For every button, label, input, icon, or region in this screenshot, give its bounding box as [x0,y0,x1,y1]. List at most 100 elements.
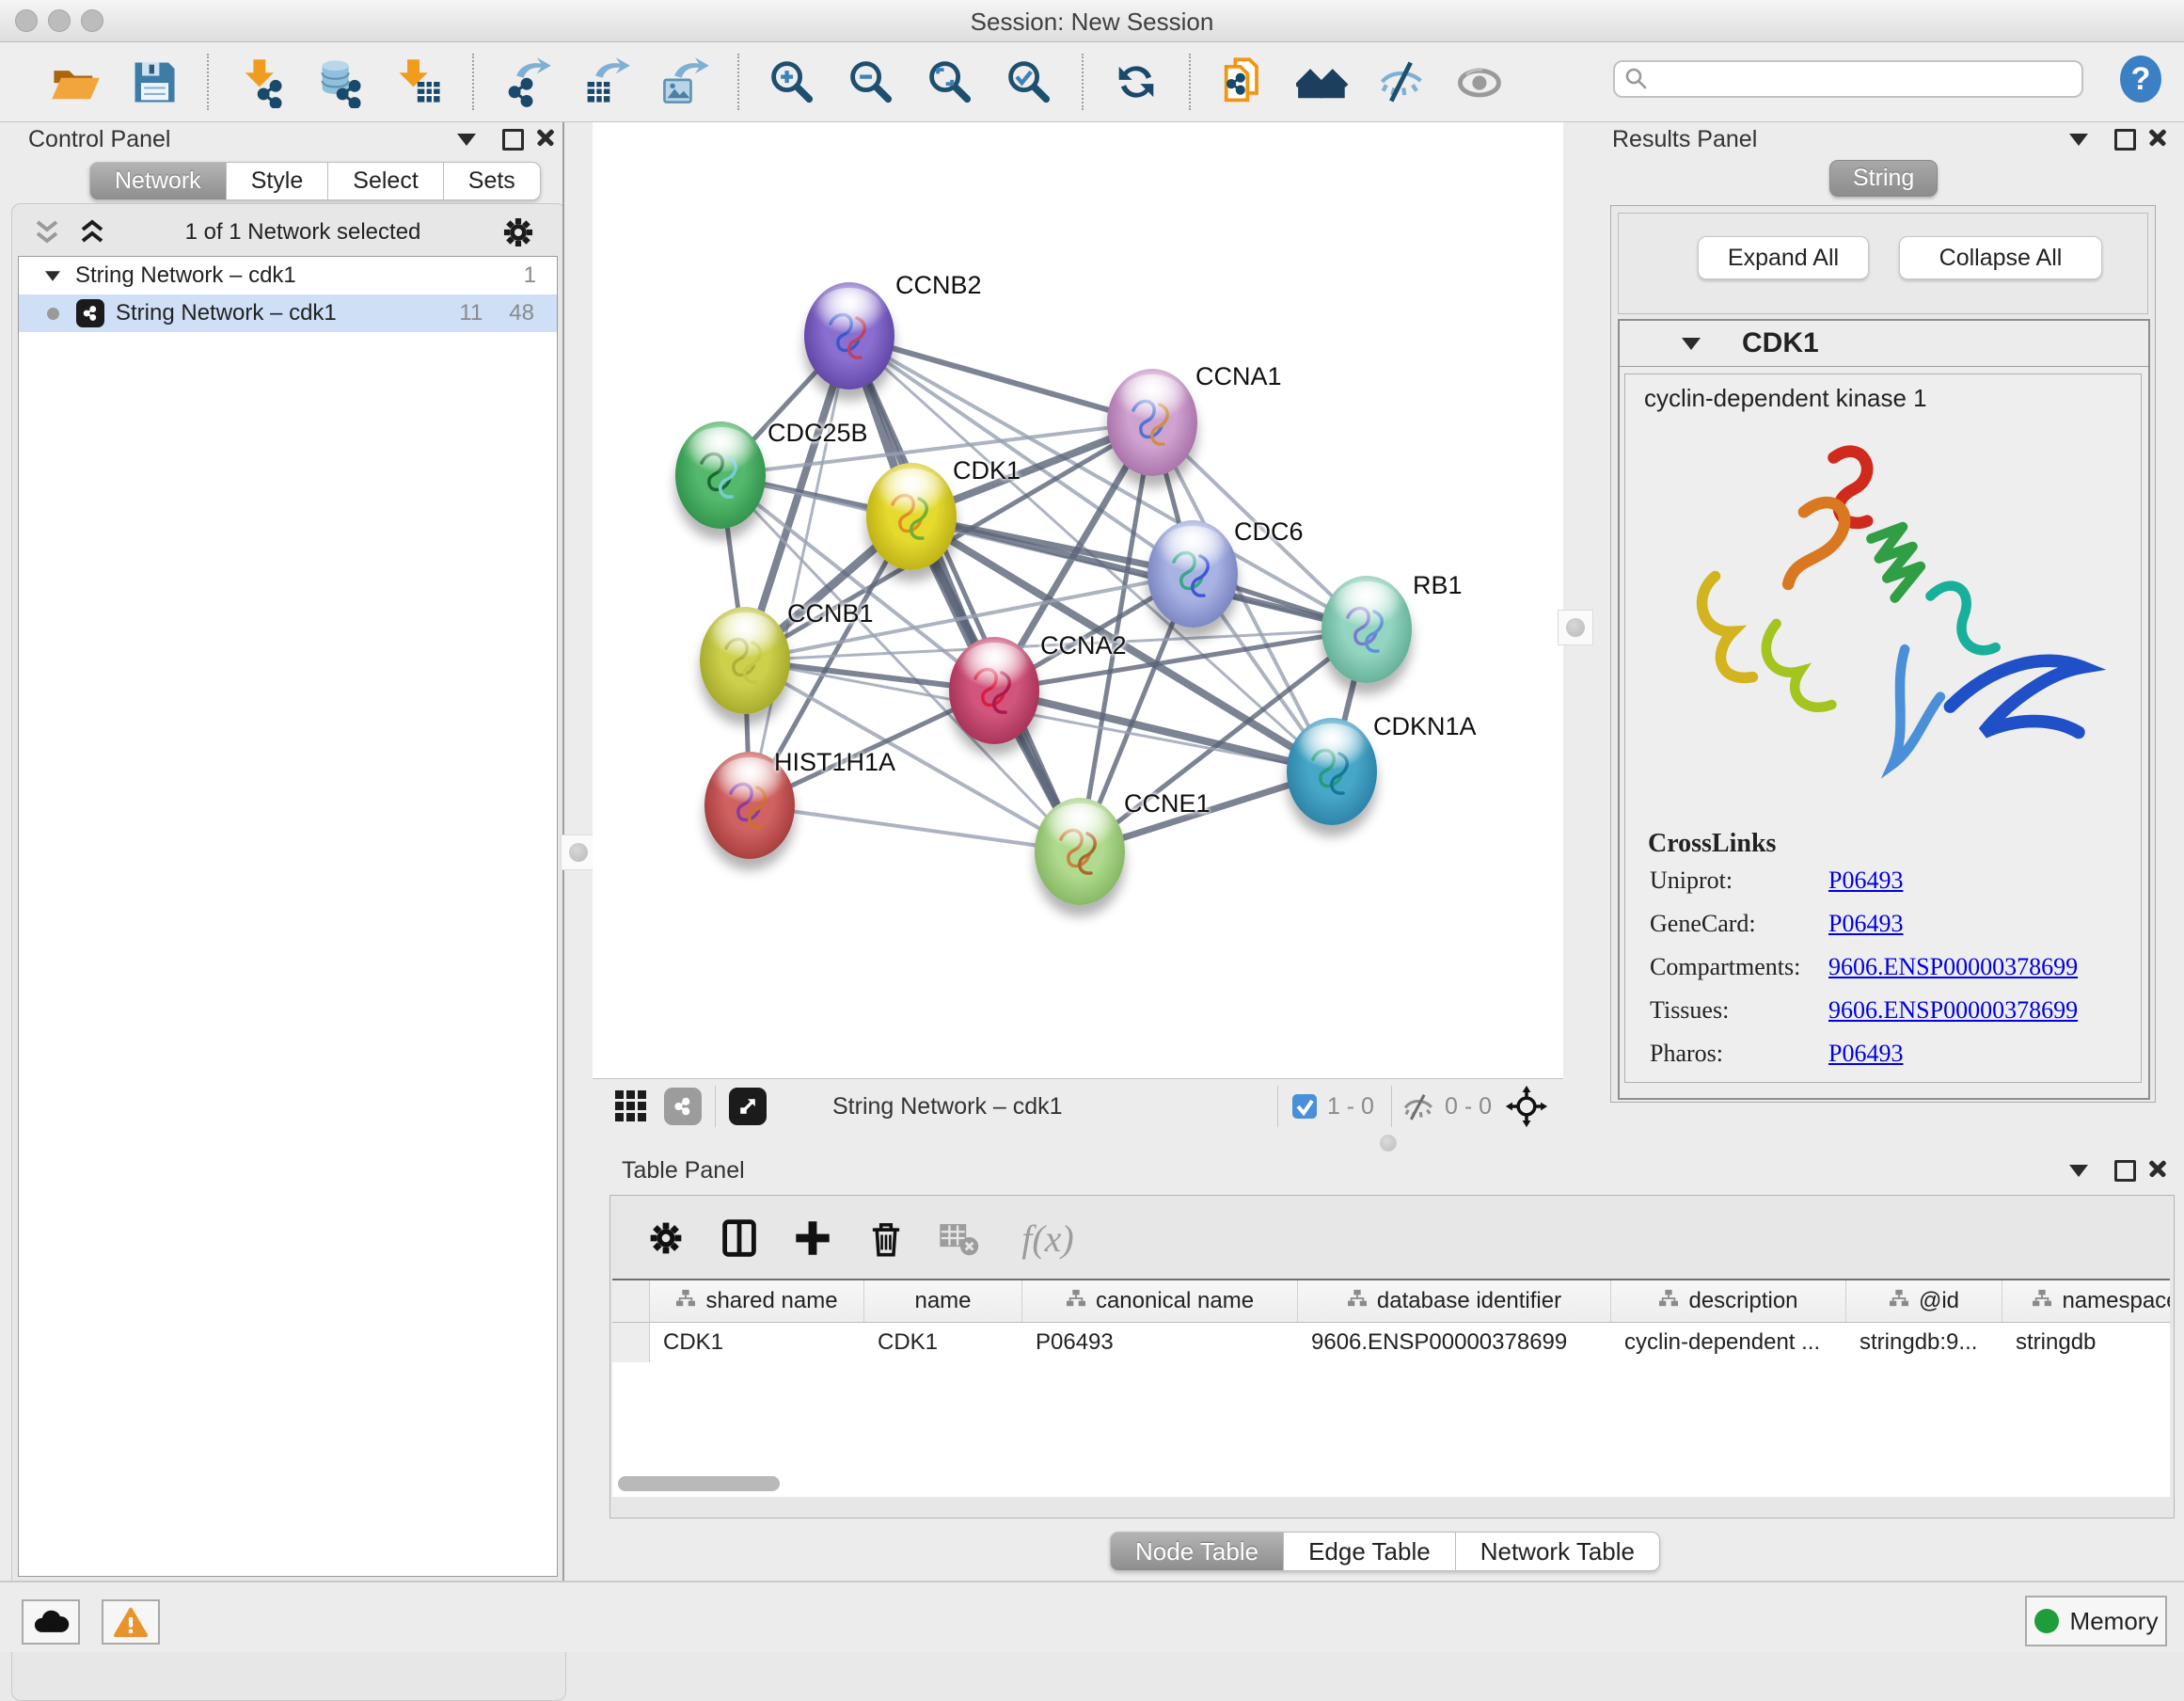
expand-all-button[interactable]: Expand All [1698,236,1869,279]
horizontal-splitter-handle[interactable] [1380,1135,1397,1152]
column-header-id[interactable]: @id [1846,1280,2002,1322]
import-table-file-icon[interactable] [390,53,449,111]
birds-eye-crosshair-icon[interactable] [1505,1085,1548,1128]
edge-CCNB2-HIST1H1A[interactable] [750,336,849,805]
maximize-table-icon[interactable] [2114,1160,2136,1182]
node-CDKN1A[interactable] [1287,718,1377,825]
column-header-namespace[interactable]: namespace [2002,1280,2170,1322]
import-network-database-icon[interactable] [311,53,370,111]
show-columns-icon[interactable] [712,1211,767,1265]
crosslink-link[interactable]: P06493 [1828,1040,1903,1068]
memory-button[interactable]: Memory [2025,1596,2167,1646]
node-CCNA1[interactable] [1107,369,1197,476]
column-header-canonicalname[interactable]: canonical name [1022,1280,1298,1322]
zoom-in-icon[interactable] [763,53,821,111]
shared-column-icon [675,1288,696,1314]
collection-expander-icon[interactable] [45,271,60,280]
cell-description[interactable]: cyclin-dependent ... [1611,1323,1846,1362]
left-splitter-handle[interactable] [561,835,596,870]
tab-node-table[interactable]: Node Table [1110,1532,1284,1571]
search-input[interactable] [1649,65,2072,93]
tab-edge-table[interactable]: Edge Table [1284,1532,1456,1571]
network-options-gear-icon[interactable] [497,211,540,254]
string-view-icon[interactable] [664,1088,702,1125]
warning-button[interactable] [102,1599,160,1645]
function-builder-icon[interactable]: f(x) [1005,1211,1090,1265]
right-splitter[interactable] [1563,122,1604,1133]
show-eye-icon[interactable] [1451,53,1510,111]
crosslink-link[interactable]: P06493 [1828,866,1903,895]
node-CDC25B[interactable] [675,421,766,529]
open-session-icon[interactable] [46,53,104,111]
collapse-all-button[interactable]: Collapse All [1899,236,2102,279]
column-header-description[interactable]: description [1611,1280,1846,1322]
crosslink-link[interactable]: 9606.ENSP00000378699 [1828,953,2078,981]
tab-network-table[interactable]: Network Table [1456,1532,1660,1571]
protein-expander-icon[interactable] [1682,338,1701,350]
table-row[interactable]: CDK1CDK1P064939606.ENSP00000378699cyclin… [612,1323,2170,1362]
float-panel-icon[interactable] [457,134,476,146]
cell-name[interactable]: CDK1 [864,1323,1022,1362]
string-results-tab[interactable]: String [1829,160,1938,197]
collapse-all-icon[interactable] [30,216,64,248]
home-pair-icon[interactable] [1293,53,1352,111]
node-label-CDC6: CDC6 [1234,517,1304,547]
cell-databaseidentifier[interactable]: 9606.ENSP00000378699 [1298,1323,1611,1362]
selected-checkbox-icon[interactable] [1291,1093,1318,1120]
maximize-results-icon[interactable] [2114,129,2136,151]
left-splitter[interactable] [562,122,594,1581]
hide-eye-icon[interactable] [1372,53,1431,111]
node-CDC6[interactable] [1147,520,1238,628]
column-header-name[interactable]: name [864,1280,1022,1322]
tab-select[interactable]: Select [328,162,443,200]
cell-canonicalname[interactable]: P06493 [1022,1323,1298,1362]
node-CDK1[interactable] [866,463,957,570]
zoom-out-icon[interactable] [842,53,900,111]
grid-view-icon[interactable] [613,1089,649,1124]
export-table-icon[interactable] [577,53,635,111]
edge-HIST1H1A-CCNE1[interactable] [750,805,1080,851]
cell-namespace[interactable]: stringdb [2002,1323,2170,1362]
maximize-panel-icon[interactable] [502,129,524,151]
column-header-databaseidentifier[interactable]: database identifier [1298,1280,1611,1322]
float-table-icon[interactable] [2069,1165,2088,1177]
string-document-icon[interactable] [1214,53,1273,111]
delete-table-icon[interactable] [932,1211,987,1265]
protein-header-row[interactable]: CDK1 [1620,321,2148,367]
export-network-icon[interactable] [498,53,556,111]
float-results-icon[interactable] [2069,134,2088,146]
network-row[interactable]: String Network – cdk1 11 48 [19,294,557,332]
crosslink-link[interactable]: P06493 [1828,910,1903,938]
update-view-icon[interactable] [1107,53,1165,111]
node-CCNB2[interactable] [804,282,894,389]
node-CCNE1[interactable] [1035,798,1125,905]
svg-text:?: ? [2131,61,2151,97]
delete-column-trash-icon[interactable] [859,1211,913,1265]
network-canvas[interactable]: CCNB2CCNA1CDC25BCDK1CDC6RB1CCNB1CCNA2CDK… [593,122,1563,1078]
tab-style[interactable]: Style [227,162,329,200]
cloud-button[interactable] [22,1599,80,1645]
import-network-file-icon[interactable] [232,53,291,111]
help-button[interactable]: ? [2116,55,2165,103]
table-options-gear-icon[interactable] [639,1211,693,1265]
node-RB1[interactable] [1321,576,1412,683]
cell-sharedname[interactable]: CDK1 [650,1323,864,1362]
node-CCNB1[interactable] [700,607,790,714]
network-collection-row[interactable]: String Network – cdk1 1 [19,257,557,294]
column-header-sharedname[interactable]: shared name [650,1280,864,1322]
expand-all-icon[interactable] [75,216,109,248]
create-column-plus-icon[interactable] [785,1211,840,1265]
search-box[interactable] [1613,60,2083,98]
tab-network[interactable]: Network [89,162,227,200]
zoom-fit-icon[interactable] [921,53,979,111]
export-image-icon[interactable] [656,53,714,111]
save-session-icon[interactable] [125,53,183,111]
crosslink-link[interactable]: 9606.ENSP00000378699 [1828,996,2078,1025]
node-CCNA2[interactable] [949,637,1039,744]
goto-network-icon[interactable] [729,1088,767,1125]
table-horizontal-scrollbar[interactable] [618,1476,780,1491]
right-splitter-handle[interactable] [1558,610,1593,645]
zoom-selected-icon[interactable] [1000,53,1058,111]
tab-sets[interactable]: Sets [444,162,541,200]
cell-id[interactable]: stringdb:9... [1846,1323,2002,1362]
